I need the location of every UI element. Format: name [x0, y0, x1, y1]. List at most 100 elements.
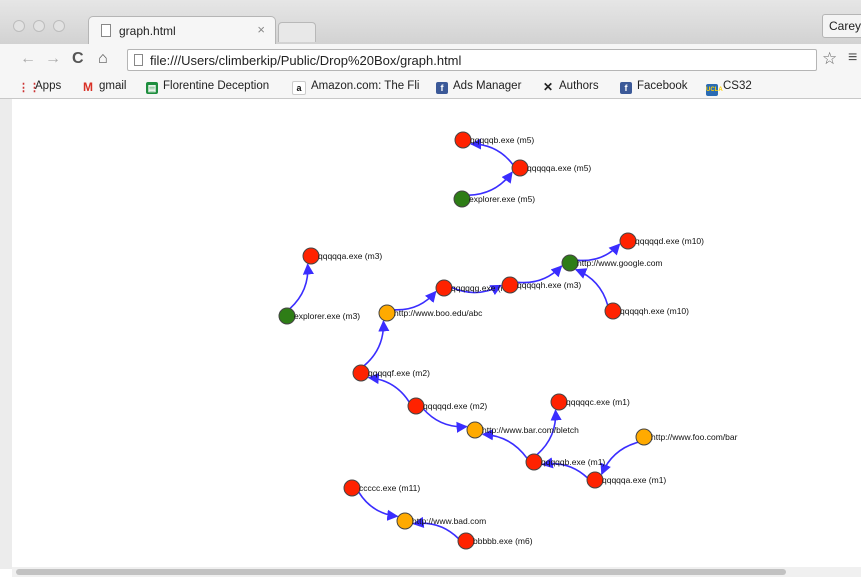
- graph-node-label: qqqqqa.exe (m1): [602, 475, 666, 485]
- graph-node-circle[interactable]: [466, 421, 484, 439]
- bookmarks-bar: ⋮⋮Apps Mgmail ▤ Florentine Deception a Ama…: [0, 76, 861, 99]
- graph-node-label: qqqqqf.exe (m2): [368, 368, 430, 378]
- graph-node-label: bbbbb.exe (m6): [473, 536, 533, 546]
- graph-node[interactable]: qqqqqa.exe (m3): [302, 247, 382, 265]
- graph-node[interactable]: http://www.google.com: [561, 254, 663, 272]
- menu-icon[interactable]: ≡: [848, 49, 857, 67]
- bookmark-star-icon[interactable]: ☆: [822, 49, 837, 69]
- graph-node[interactable]: http://www.bar.com/bletch: [466, 421, 579, 439]
- graph-node[interactable]: bbbbb.exe (m6): [457, 532, 533, 550]
- graph-node[interactable]: qqqqqc.exe (m1): [550, 393, 630, 411]
- graph-edge: [358, 491, 399, 521]
- back-arrow-icon[interactable]: ←: [20, 50, 36, 68]
- graph-node-circle[interactable]: [343, 479, 361, 497]
- graph-node-circle[interactable]: [550, 393, 568, 411]
- forward-arrow-icon[interactable]: →: [45, 50, 61, 68]
- bookmark-amazon[interactable]: a Amazon.com: The Fli: [292, 80, 419, 95]
- graph-node-label: qqqqqh.exe (m3): [517, 280, 581, 290]
- graph-node[interactable]: qqqqqb.exe (m1): [525, 453, 605, 471]
- graph-node-label: http://www.bad.com: [412, 516, 486, 526]
- window-zoom-button[interactable]: [53, 20, 65, 32]
- graph-node-label: qqqqqd.exe (m10): [635, 236, 704, 246]
- graph-node-label: http://www.google.com: [577, 258, 663, 268]
- graph-node-label: qqqqqd.exe (m2): [423, 401, 487, 411]
- new-tab-button[interactable]: [278, 22, 316, 42]
- graph-node-label: http://www.foo.com/bar: [651, 432, 738, 442]
- graph-node-circle[interactable]: [501, 276, 519, 294]
- bookmark-ads-manager[interactable]: f Ads Manager: [436, 80, 521, 94]
- graph-node-label: explorer.exe (m5): [469, 194, 535, 204]
- address-bar[interactable]: file:///Users/climberkip/Public/Drop%20B…: [127, 49, 817, 71]
- graph-node[interactable]: qqqqqa.exe (m5): [511, 159, 591, 177]
- graph-node[interactable]: qqqqqd.exe (m2): [407, 397, 487, 415]
- bookmark-gmail[interactable]: Mgmail: [82, 80, 126, 93]
- bookmark-cs32[interactable]: UCLACS32: [706, 80, 752, 96]
- tab-close-icon[interactable]: ×: [257, 22, 265, 37]
- graph-node-label: qqqqqh.exe (m10): [620, 306, 689, 316]
- bookmark-apps[interactable]: ⋮⋮Apps: [18, 80, 61, 94]
- graph-node-circle[interactable]: [511, 159, 529, 177]
- browser-titlebar: graph.html × Carey: [0, 0, 861, 45]
- bookmark-florentine-deception[interactable]: ▤ Florentine Deception: [146, 80, 269, 94]
- graph-node-circle[interactable]: [619, 232, 637, 250]
- graph-edge: [481, 429, 528, 459]
- browser-toolbar: ← → C ⌂ file:///Users/climberkip/Public/…: [0, 44, 861, 76]
- graph-node[interactable]: ccccc.exe (m11): [343, 479, 420, 497]
- graph-node-label: explorer.exe (m3): [294, 311, 360, 321]
- address-text[interactable]: file:///Users/climberkip/Public/Drop%20B…: [150, 53, 461, 68]
- graph-node-circle[interactable]: [396, 512, 414, 530]
- window-minimize-button[interactable]: [33, 20, 45, 32]
- graph-node[interactable]: qqqqqh.exe (m10): [604, 302, 689, 320]
- graph-node-label: qqqqqc.exe (m1): [566, 397, 630, 407]
- graph-node[interactable]: http://www.boo.edu/abc: [378, 304, 483, 322]
- graph-node-circle[interactable]: [604, 302, 622, 320]
- graph-node-label: ccccc.exe (m11): [359, 483, 420, 493]
- graph-edge: [600, 441, 639, 476]
- page-icon: [101, 24, 111, 37]
- tab-title: graph.html: [119, 24, 176, 38]
- graph-node-circle[interactable]: [302, 247, 320, 265]
- graph-node-circle[interactable]: [525, 453, 543, 471]
- graph-node-circle[interactable]: [635, 428, 653, 446]
- bookmark-authors[interactable]: ✕ Authors: [542, 80, 599, 93]
- reload-icon[interactable]: C: [72, 50, 84, 68]
- graph-node[interactable]: qqqqqf.exe (m2): [352, 364, 430, 382]
- graph-edge: [469, 138, 514, 165]
- graph-node-label: qqqqqa.exe (m5): [527, 163, 591, 173]
- graph-node-circle[interactable]: [457, 532, 475, 550]
- process-graph: qqqqqb.exe (m5) qqqqqa.exe (m5) explorer.e…: [278, 131, 738, 550]
- graph-node-circle[interactable]: [586, 471, 604, 489]
- graph-node-circle[interactable]: [378, 304, 396, 322]
- browser-tab[interactable]: graph.html ×: [88, 16, 276, 44]
- graph-node-circle[interactable]: [278, 307, 296, 325]
- graph-node-circle[interactable]: [453, 190, 471, 208]
- scrollbar-thumb[interactable]: [16, 569, 786, 575]
- profile-button[interactable]: Carey: [822, 14, 861, 38]
- home-icon[interactable]: ⌂: [98, 50, 108, 68]
- graph-node[interactable]: qqqqqa.exe (m1): [586, 471, 666, 489]
- window-close-button[interactable]: [13, 20, 25, 32]
- graph-node[interactable]: explorer.exe (m3): [278, 307, 360, 325]
- graph-node-circle[interactable]: [454, 131, 472, 149]
- graph-edge: [469, 171, 513, 197]
- graph-node-circle[interactable]: [407, 397, 425, 415]
- graph-edge: [422, 408, 468, 433]
- graph-node-circle[interactable]: [352, 364, 370, 382]
- graph-node-label: qqqqqb.exe (m1): [541, 457, 605, 467]
- graph-node[interactable]: http://www.foo.com/bar: [635, 428, 738, 446]
- graph-edge: [289, 263, 314, 310]
- graph-edge: [363, 320, 390, 367]
- graph-node-label: qqqqqb.exe (m5): [470, 135, 534, 145]
- horizontal-scrollbar[interactable]: [12, 567, 861, 577]
- graph-node[interactable]: qqqqqd.exe (m10): [619, 232, 704, 250]
- page-icon: [134, 54, 143, 66]
- graph-node-circle[interactable]: [561, 254, 579, 272]
- graph-node[interactable]: qqqqqb.exe (m5): [454, 131, 534, 149]
- graph-node-circle[interactable]: [435, 279, 453, 297]
- graph-node[interactable]: qqqqqh.exe (m3): [501, 276, 581, 294]
- page-content: qqqqqb.exe (m5) qqqqqa.exe (m5) explorer.e…: [12, 99, 861, 569]
- graph-edge: [367, 372, 410, 403]
- bookmark-facebook[interactable]: f Facebook: [620, 80, 688, 94]
- graph-node[interactable]: explorer.exe (m5): [453, 190, 535, 208]
- graph-node-label: http://www.bar.com/bletch: [482, 425, 579, 435]
